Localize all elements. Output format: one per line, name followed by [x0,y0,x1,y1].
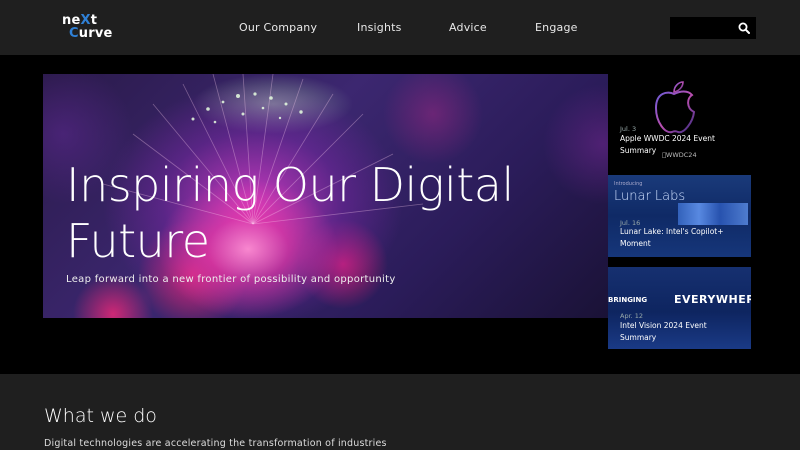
image-caption-left: BRINGING [608,296,648,304]
image-caption-small: Introducing [614,181,643,187]
apple-logo-icon [654,81,696,134]
news-card-apple-wwdc[interactable]: Jul. 3 Apple WWDC 2024 Event Summary WW… [608,74,751,161]
nextcurve-logo[interactable]: neXt Curve [62,14,122,42]
nav-engage[interactable]: Engage [535,21,578,34]
card-title[interactable]: Lunar Lake: Intel's Copilot+ Moment [620,226,740,249]
image-caption: EVERYWHERE [674,293,751,306]
section-text: Digital technologies are accelerating th… [44,438,387,449]
news-card-intel-vision[interactable]: BRINGING EVERYWHERE Apr. 12 Intel Vision… [608,267,751,349]
wwdc-caption: WWDC24 [662,151,697,159]
card-date: Apr. 12 [620,312,644,320]
search-icon[interactable] [738,22,750,34]
hero-banner: Inspiring Our Digital Future Leap forwar… [43,74,608,318]
nav-insights[interactable]: Insights [357,21,402,34]
card-date: Jul. 3 [620,125,637,133]
image-caption: Lunar Labs [614,189,686,204]
hero-subtitle: Leap forward into a new frontier of poss… [66,274,396,285]
nav-our-company[interactable]: Our Company [239,21,317,34]
nav-advice[interactable]: Advice [449,21,487,34]
logo-line-2: Curve [69,26,113,41]
search-input[interactable] [670,17,756,39]
section-title: What we do [44,405,157,427]
hero-title: Inspiring Our Digital Future [66,158,514,268]
stage-screens [678,203,748,225]
news-card-lunar-lake[interactable]: Introducing Lunar Labs Jul. 16 Lunar Lak… [608,175,751,257]
card-title[interactable]: Intel Vision 2024 Event Summary [620,320,740,343]
what-we-do-section: What we do Digital technologies are acce… [0,374,800,450]
site-header: neXt Curve Our Company Insights Advice E… [0,0,800,55]
